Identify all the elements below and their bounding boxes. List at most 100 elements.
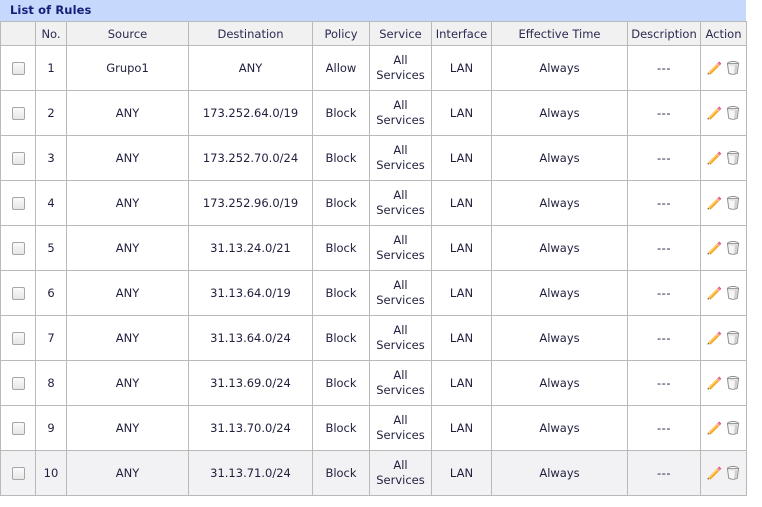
cell-service: All Services bbox=[369, 135, 432, 181]
cell-no: 10 bbox=[35, 450, 67, 496]
cell-policy: Block bbox=[312, 270, 370, 316]
trash-icon[interactable] bbox=[724, 59, 742, 77]
cell-destination: 31.13.71.0/24 bbox=[188, 450, 313, 496]
pencil-icon[interactable] bbox=[705, 194, 723, 212]
trash-icon[interactable] bbox=[724, 239, 742, 257]
cell-interface: LAN bbox=[431, 225, 492, 271]
cell-policy: Block bbox=[312, 405, 370, 451]
trash-icon[interactable] bbox=[724, 329, 742, 347]
pencil-icon[interactable] bbox=[705, 149, 723, 167]
cell-description: --- bbox=[627, 45, 701, 91]
table-row[interactable]: 7 ANY 31.13.64.0/24 Block All Services LAN Alwa… bbox=[0, 315, 747, 361]
cell-action bbox=[700, 45, 747, 91]
table-row[interactable]: 6 ANY 31.13.64.0/19 Block All Services LAN Alwa… bbox=[0, 270, 747, 316]
cell-action bbox=[700, 135, 747, 181]
cell-destination: 173.252.70.0/24 bbox=[188, 135, 313, 181]
table-row[interactable]: 3 ANY 173.252.70.0/24 Block All Services LAN Al… bbox=[0, 135, 747, 181]
pencil-icon[interactable] bbox=[705, 239, 723, 257]
cell-destination: 173.252.64.0/19 bbox=[188, 90, 313, 136]
row-select-cell[interactable] bbox=[0, 225, 36, 271]
cell-action bbox=[700, 90, 747, 136]
cell-description: --- bbox=[627, 90, 701, 136]
pencil-icon[interactable] bbox=[705, 374, 723, 392]
cell-destination: 31.13.69.0/24 bbox=[188, 360, 313, 406]
table-row[interactable]: 1 Grupo1 ANY Allow All Services LAN Always --- bbox=[0, 45, 747, 91]
service-line-1: All bbox=[393, 143, 408, 157]
cell-policy: Block bbox=[312, 450, 370, 496]
cell-interface: LAN bbox=[431, 360, 492, 406]
column-header-policy: Policy bbox=[312, 21, 370, 46]
cell-source: ANY bbox=[66, 135, 189, 181]
service-line-1: All bbox=[393, 278, 408, 292]
cell-policy: Allow bbox=[312, 45, 370, 91]
pencil-icon[interactable] bbox=[705, 419, 723, 437]
service-line-2: Services bbox=[376, 428, 425, 442]
service-line-2: Services bbox=[376, 203, 425, 217]
row-select-cell[interactable] bbox=[0, 315, 36, 361]
pencil-icon[interactable] bbox=[705, 329, 723, 347]
trash-icon[interactable] bbox=[724, 374, 742, 392]
cell-interface: LAN bbox=[431, 135, 492, 181]
pencil-icon[interactable] bbox=[705, 59, 723, 77]
trash-icon[interactable] bbox=[724, 104, 742, 122]
pencil-icon[interactable] bbox=[705, 104, 723, 122]
row-select-cell[interactable] bbox=[0, 45, 36, 91]
rules-table-body: 1 Grupo1 ANY Allow All Services LAN Always --- 2 A… bbox=[0, 45, 747, 496]
table-row[interactable]: 8 ANY 31.13.69.0/24 Block All Services LAN Alwa… bbox=[0, 360, 747, 406]
cell-no: 3 bbox=[35, 135, 67, 181]
row-checkbox[interactable] bbox=[11, 421, 25, 435]
row-checkbox[interactable] bbox=[11, 151, 25, 165]
row-action-group bbox=[703, 452, 744, 495]
row-checkbox[interactable] bbox=[11, 376, 25, 390]
table-row[interactable]: 2 ANY 173.252.64.0/19 Block All Services LAN Al… bbox=[0, 90, 747, 136]
row-select-cell[interactable] bbox=[0, 450, 36, 496]
row-checkbox[interactable] bbox=[11, 331, 25, 345]
cell-action bbox=[700, 180, 747, 226]
trash-icon[interactable] bbox=[724, 419, 742, 437]
cell-service: All Services bbox=[369, 225, 432, 271]
cell-service: All Services bbox=[369, 90, 432, 136]
column-header-action: Action bbox=[700, 21, 747, 46]
row-action-group bbox=[703, 407, 744, 450]
trash-icon[interactable] bbox=[724, 284, 742, 302]
table-row[interactable]: 4 ANY 173.252.96.0/19 Block All Services LAN Al… bbox=[0, 180, 747, 226]
table-row[interactable]: 5 ANY 31.13.24.0/21 Block All Services LAN Alwa… bbox=[0, 225, 747, 271]
cell-interface: LAN bbox=[431, 180, 492, 226]
table-row[interactable]: 9 ANY 31.13.70.0/24 Block All Services LAN Alwa… bbox=[0, 405, 747, 451]
service-line-2: Services bbox=[376, 68, 425, 82]
service-line-1: All bbox=[393, 188, 408, 202]
trash-icon[interactable] bbox=[724, 464, 742, 482]
row-checkbox[interactable] bbox=[11, 241, 25, 255]
row-checkbox[interactable] bbox=[11, 196, 25, 210]
pencil-icon[interactable] bbox=[705, 464, 723, 482]
pencil-icon[interactable] bbox=[705, 284, 723, 302]
cell-effective-time: Always bbox=[491, 135, 628, 181]
service-line-1: All bbox=[393, 98, 408, 112]
cell-interface: LAN bbox=[431, 270, 492, 316]
row-select-cell[interactable] bbox=[0, 360, 36, 406]
trash-icon[interactable] bbox=[724, 149, 742, 167]
column-header-select bbox=[0, 21, 36, 46]
row-checkbox[interactable] bbox=[11, 466, 25, 480]
row-checkbox[interactable] bbox=[11, 286, 25, 300]
trash-icon[interactable] bbox=[724, 194, 742, 212]
row-select-cell[interactable] bbox=[0, 270, 36, 316]
row-checkbox[interactable] bbox=[11, 61, 25, 75]
column-header-interface: Interface bbox=[431, 21, 492, 46]
row-select-cell[interactable] bbox=[0, 90, 36, 136]
row-select-cell[interactable] bbox=[0, 135, 36, 181]
cell-description: --- bbox=[627, 405, 701, 451]
cell-effective-time: Always bbox=[491, 180, 628, 226]
row-action-group bbox=[703, 317, 744, 360]
cell-source: ANY bbox=[66, 360, 189, 406]
row-select-cell[interactable] bbox=[0, 405, 36, 451]
cell-destination: 31.13.24.0/21 bbox=[188, 225, 313, 271]
service-line-1: All bbox=[393, 233, 408, 247]
cell-no: 1 bbox=[35, 45, 67, 91]
table-row[interactable]: 10 ANY 31.13.71.0/24 Block All Services LAN Alw… bbox=[0, 450, 747, 496]
cell-service: All Services bbox=[369, 450, 432, 496]
row-select-cell[interactable] bbox=[0, 180, 36, 226]
row-checkbox[interactable] bbox=[11, 106, 25, 120]
cell-source: ANY bbox=[66, 315, 189, 361]
description-value: --- bbox=[657, 150, 671, 165]
